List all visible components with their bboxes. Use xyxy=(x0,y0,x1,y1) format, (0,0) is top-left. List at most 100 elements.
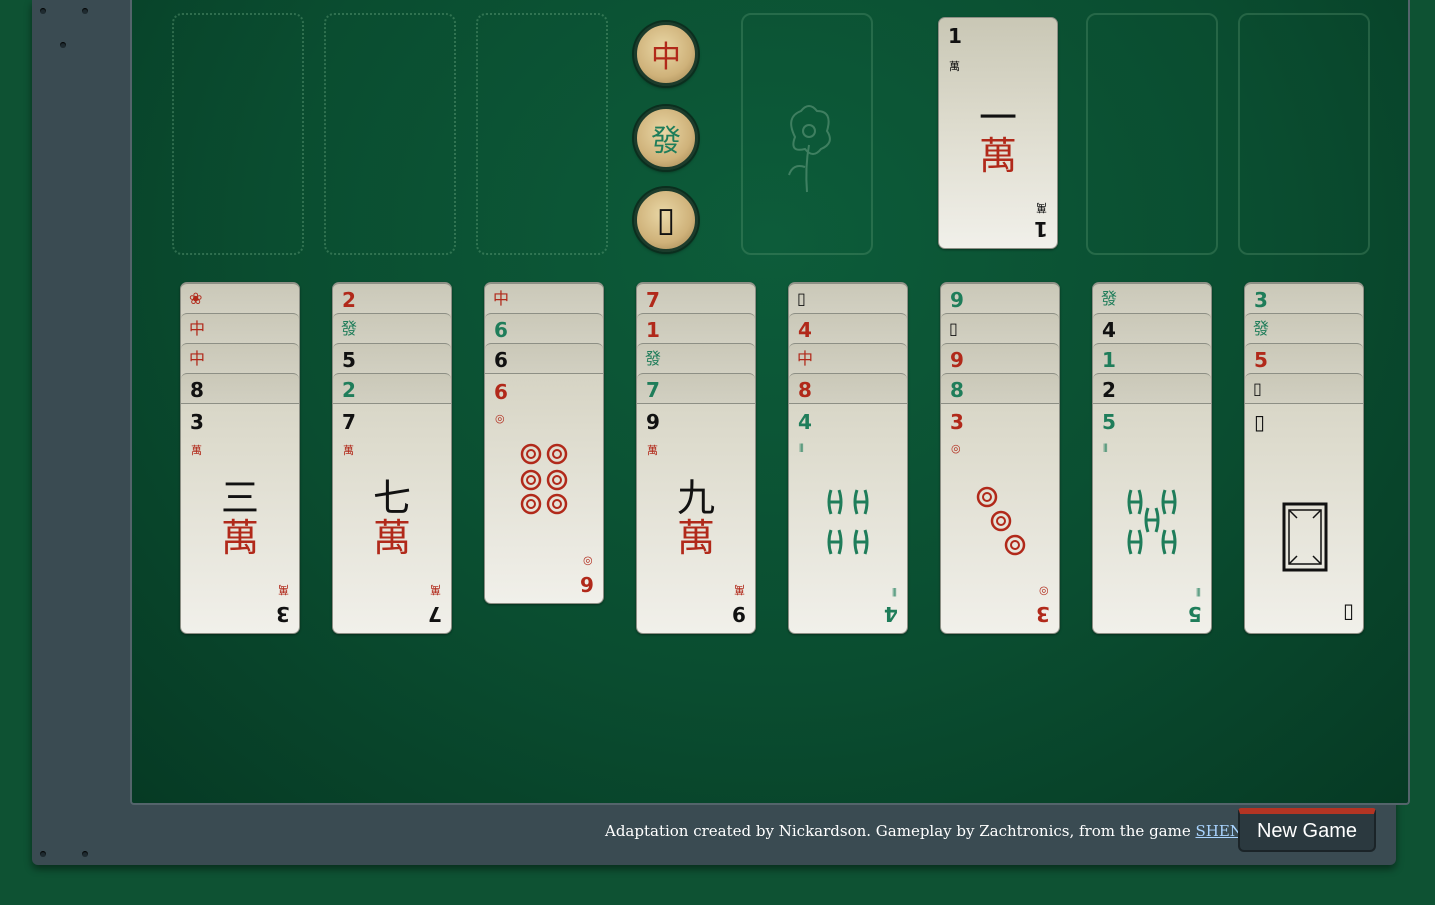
flower-slot[interactable] xyxy=(741,13,873,255)
bamboo-icon xyxy=(1127,489,1177,555)
red-dragon-button[interactable]: 中 xyxy=(634,22,698,86)
stacked-card[interactable]: 6 xyxy=(485,343,603,374)
stacked-card[interactable]: ▯ xyxy=(941,313,1059,344)
stacked-card[interactable]: 3 xyxy=(1245,283,1363,314)
card-suit-icon: 萬 xyxy=(949,60,960,73)
stacked-card[interactable]: 中 xyxy=(181,343,299,374)
flower-icon xyxy=(788,105,831,193)
tableau-column-6[interactable]: 9 ▯ 9 8 3 ◎ ◎ 3 xyxy=(940,282,1060,634)
stacked-card[interactable]: 4 xyxy=(789,313,907,344)
new-game-button[interactable]: New Game xyxy=(1238,808,1376,852)
free-cell-2[interactable] xyxy=(324,13,456,255)
stacked-card-rank: 8 xyxy=(798,378,812,402)
stacked-card[interactable]: ▯ xyxy=(789,283,907,314)
stacked-card-icon: 發 xyxy=(1253,319,1270,338)
stacked-card-rank: 5 xyxy=(342,348,356,372)
top-card-rank: 4 xyxy=(798,410,812,434)
stacked-card[interactable]: 1 xyxy=(637,313,755,344)
foundation-card[interactable]: 1萬一萬萬1 xyxy=(938,17,1058,249)
screw-icon xyxy=(40,8,46,14)
stacked-card[interactable]: 9 xyxy=(941,283,1059,314)
top-card-face[interactable]: 3萬萬三萬3 xyxy=(181,403,299,633)
top-card-rank: 3 xyxy=(950,410,964,434)
coins-icon xyxy=(976,486,1026,556)
top-card-face[interactable]: 3 ◎ ◎ 3 xyxy=(941,403,1059,633)
stacked-card[interactable]: 7 xyxy=(637,283,755,314)
stacked-card[interactable]: 發 xyxy=(1093,283,1211,314)
stacked-card[interactable]: 發 xyxy=(333,313,451,344)
stacked-card-icon: ▯ xyxy=(797,289,806,308)
stacked-card-rank: 7 xyxy=(646,378,660,402)
tableau-column-3[interactable]: 中 6 6 6 ◎ ◎ 6 xyxy=(484,282,604,604)
tableau-column-1[interactable]: ❀ 中中 8 3 萬萬三萬 3 xyxy=(180,282,300,634)
top-card-corner-rank: 7 xyxy=(428,602,442,626)
top-card-face[interactable]: 6 ◎ ◎ 6 xyxy=(485,373,603,603)
tableau-column-7[interactable]: 發 4 1 2 5 ⦀ ⦀ 5 xyxy=(1092,282,1212,634)
top-card-rank: 5 xyxy=(1102,410,1116,434)
stacked-card[interactable]: 8 xyxy=(941,373,1059,404)
top-card-suit-character: 萬 xyxy=(220,516,259,560)
stacked-card[interactable]: 8 xyxy=(181,373,299,404)
stacked-card[interactable]: 4 xyxy=(1093,313,1211,344)
tableau-column-8[interactable]: 3 發 5 ▯ ▯ ▯ xyxy=(1244,282,1364,634)
top-card-face[interactable]: 4 ⦀ ⦀ 4 xyxy=(789,403,907,633)
stacked-card[interactable]: 7 xyxy=(637,373,755,404)
stacked-card[interactable]: 2 xyxy=(333,373,451,404)
red-dragon-icon: 中 xyxy=(651,40,681,75)
stacked-card[interactable]: 9 xyxy=(941,343,1059,374)
white-dragon-icon xyxy=(1282,502,1328,572)
top-card-face[interactable]: 9萬萬九萬9 xyxy=(637,403,755,633)
white-dragon-button[interactable]: ▯ xyxy=(634,188,698,252)
foundation-slot-3[interactable] xyxy=(1238,13,1370,255)
stacked-card-rank: 6 xyxy=(494,318,508,342)
screw-icon xyxy=(40,851,46,857)
free-cell-1[interactable] xyxy=(172,13,304,255)
top-card-numeral: 九 xyxy=(676,476,715,520)
card-corner-suit-icon: 萬 xyxy=(1036,201,1047,214)
stacked-card[interactable]: 中 xyxy=(485,283,603,314)
stacked-card-rank: 2 xyxy=(342,378,356,402)
stacked-card[interactable]: ❀ xyxy=(181,283,299,314)
stacked-card[interactable]: 5 xyxy=(1245,343,1363,374)
top-card-corner-rank: ▯ xyxy=(1342,602,1354,626)
screw-icon xyxy=(82,8,88,14)
stacked-card[interactable]: 發 xyxy=(1245,313,1363,344)
top-card-corner-suit-icon: 萬 xyxy=(278,583,289,596)
card-numeral: 一 xyxy=(978,96,1017,140)
top-card-corner-suit-icon: ◎ xyxy=(1039,585,1049,598)
top-card-suit-character: 萬 xyxy=(372,516,411,560)
top-card-corner-suit-icon: 萬 xyxy=(430,583,441,596)
stacked-card[interactable]: 中 xyxy=(181,313,299,344)
top-card-corner-suit-icon: ◎ xyxy=(583,555,593,568)
tableau-column-2[interactable]: 2發527萬萬七萬7 xyxy=(332,282,452,634)
tableau-column-5[interactable]: ▯ 4 中 8 4 ⦀ ⦀ 4 xyxy=(788,282,908,634)
stacked-card[interactable]: 中 xyxy=(789,343,907,374)
stacked-card[interactable]: 8 xyxy=(789,373,907,404)
stacked-card[interactable]: 2 xyxy=(1093,373,1211,404)
top-card-rank: 7 xyxy=(342,410,356,434)
game-table: 中發 ▯ 1 萬一萬萬 1 ❀ 中中 8 3 萬萬三萬 3 2 發 5 2 7 萬萬七萬 7 中 6 6 6 ◎ ◎ 6 7 1 發 7… xyxy=(130,0,1410,805)
stacked-card[interactable]: 2 xyxy=(333,283,451,314)
top-card-rank: ▯ xyxy=(1254,410,1266,434)
stacked-card[interactable]: 5 xyxy=(333,343,451,374)
stacked-card[interactable]: 1 xyxy=(1093,343,1211,374)
stacked-card-rank: 4 xyxy=(798,318,812,342)
stacked-card[interactable]: ▯ xyxy=(1245,373,1363,404)
stacked-card-rank: 8 xyxy=(950,378,964,402)
stacked-card-icon: 中 xyxy=(493,289,510,308)
stacked-card[interactable]: 6 xyxy=(485,313,603,344)
foundation-slot-2[interactable] xyxy=(1086,13,1218,255)
top-card-numeral: 七 xyxy=(372,476,411,520)
tableau-column-4[interactable]: 71發79萬萬九萬9 xyxy=(636,282,756,634)
screw-icon xyxy=(60,42,66,48)
stacked-card-rank: 8 xyxy=(190,378,204,402)
green-dragon-button[interactable]: 發 xyxy=(634,106,698,170)
screw-icon xyxy=(82,851,88,857)
top-card-face[interactable]: 5 ⦀ ⦀ 5 xyxy=(1093,403,1211,633)
top-card-suit-icon: 萬 xyxy=(191,444,202,457)
top-card-face[interactable]: ▯ ▯ xyxy=(1245,403,1363,633)
free-cell-3[interactable] xyxy=(476,13,608,255)
bamboo-icon xyxy=(827,489,869,555)
top-card-face[interactable]: 7萬萬七萬7 xyxy=(333,403,451,633)
stacked-card[interactable]: 發 xyxy=(637,343,755,374)
